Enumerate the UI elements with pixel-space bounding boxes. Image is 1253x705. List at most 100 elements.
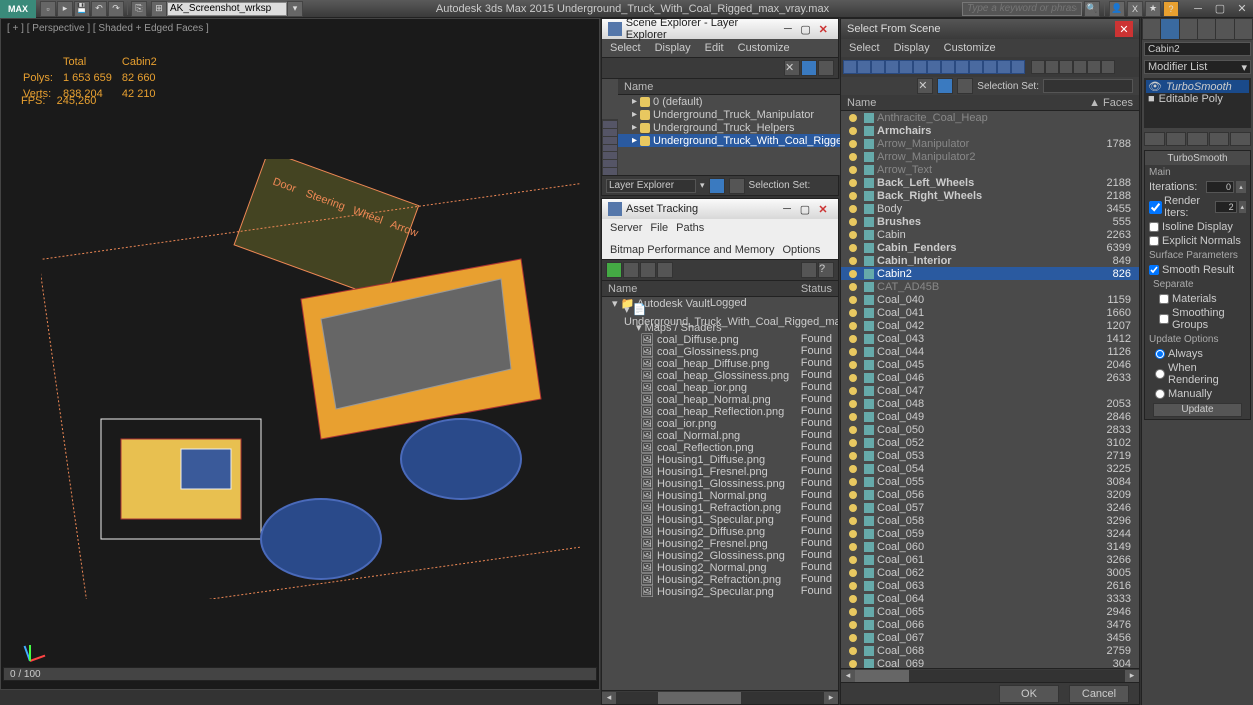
link-icon[interactable]: ⎘ (131, 1, 147, 17)
object-row[interactable]: Armchairs (841, 124, 1139, 137)
object-row[interactable]: Back_Right_Wheels2188 (841, 189, 1139, 202)
filter-button[interactable] (983, 60, 997, 74)
search-icon[interactable]: 🔍 (1084, 1, 1100, 17)
update-render-radio[interactable] (1155, 369, 1165, 379)
filter-shape-icon[interactable] (603, 137, 617, 144)
ok-button[interactable]: OK (999, 685, 1059, 703)
object-row[interactable]: Coal_0603149 (841, 540, 1139, 553)
asset-hscroll[interactable]: ◂▸ (602, 690, 838, 704)
object-row[interactable]: Arrow_Text (841, 163, 1139, 176)
asset-tracking-list[interactable]: ▾ 📁 Autodesk VaultLogged▾ 📄 Underground_… (602, 297, 838, 690)
smooth-result-checkbox[interactable] (1149, 265, 1159, 275)
workspace-input[interactable] (167, 2, 287, 16)
sfs-columns[interactable]: Name ▲ Faces (841, 95, 1139, 111)
asset-tracking-header[interactable]: Asset Tracking ─ ▢ ✕ (602, 199, 838, 219)
status-icon[interactable] (623, 262, 639, 278)
asset-row[interactable]: 🖼 coal_Diffuse.pngFound (602, 333, 838, 345)
object-row[interactable]: Coal_0502833 (841, 423, 1139, 436)
object-row[interactable]: Coal_0452046 (841, 358, 1139, 371)
sep-groups-checkbox[interactable] (1159, 314, 1169, 324)
sfs-selset-input[interactable] (1043, 79, 1133, 93)
menu-item[interactable]: Select (610, 42, 641, 54)
close-icon[interactable]: ✕ (814, 201, 832, 217)
filter-button[interactable] (1011, 60, 1025, 74)
help-search-input[interactable] (962, 2, 1082, 16)
menu-item[interactable]: Display (655, 42, 691, 54)
object-row[interactable]: Coal_0401159 (841, 293, 1139, 306)
asset-row[interactable]: 🖼 Housing1_Specular.pngFound (602, 513, 838, 525)
asset-row[interactable]: 🖼 Housing1_Fresnel.pngFound (602, 465, 838, 477)
render-iters-input[interactable]: 2 (1215, 201, 1237, 213)
object-row[interactable]: Cabin_Fenders6399 (841, 241, 1139, 254)
sfs-header[interactable]: Select From Scene ✕ (841, 19, 1139, 39)
menu-item[interactable]: Edit (705, 42, 724, 54)
tree-icon[interactable] (657, 262, 673, 278)
minimize-button[interactable]: ─ (1187, 1, 1209, 17)
layer-icon[interactable] (957, 78, 973, 94)
object-row[interactable]: Coal_0623005 (841, 566, 1139, 579)
menu-item[interactable]: File (650, 221, 668, 235)
object-row[interactable]: Cabin_Interior849 (841, 254, 1139, 267)
menu-item[interactable]: Paths (676, 221, 704, 235)
column-button[interactable] (1073, 60, 1087, 74)
display-children-icon[interactable] (801, 60, 817, 76)
modifier-list-dropdown[interactable]: Modifier List▾ (1144, 60, 1251, 74)
filter-button[interactable] (941, 60, 955, 74)
asset-row[interactable]: ▾ 📄 Underground_Truck_With_Coal_Rigged_m… (602, 309, 838, 321)
filter-button[interactable] (927, 60, 941, 74)
asset-row[interactable]: 🖼 Housing1_Normal.pngFound (602, 489, 838, 501)
filter-button[interactable] (857, 60, 871, 74)
viewport-label[interactable]: [ + ] [ Perspective ] [ Shaded + Edged F… (7, 23, 209, 34)
workspace-dropdown-icon[interactable]: ▾ (287, 1, 303, 17)
object-row[interactable]: Coal_0441126 (841, 345, 1139, 358)
open-icon[interactable]: ▸ (57, 1, 73, 17)
render-iters-checkbox[interactable] (1149, 201, 1162, 214)
object-row[interactable]: Back_Left_Wheels2188 (841, 176, 1139, 189)
object-row[interactable]: Coal_0553084 (841, 475, 1139, 488)
undo-icon[interactable]: ↶ (91, 1, 107, 17)
object-row[interactable]: Coal_0462633 (841, 371, 1139, 384)
signin-icon[interactable]: 👤 (1109, 1, 1125, 17)
menu-item[interactable]: Bitmap Performance and Memory (610, 243, 774, 257)
minimize-icon[interactable]: ─ (778, 201, 796, 217)
make-unique-icon[interactable] (1187, 132, 1208, 146)
filter-bone-icon[interactable] (603, 168, 617, 175)
sep-materials-checkbox[interactable] (1159, 294, 1169, 304)
update-manual-radio[interactable] (1155, 389, 1165, 399)
column-button[interactable] (1087, 60, 1101, 74)
view-icon[interactable] (937, 78, 953, 94)
configure-icon[interactable] (1230, 132, 1251, 146)
scene-explorer-list[interactable]: ▸0 (default)▸Underground_Truck_Manipulat… (618, 95, 852, 175)
redo-icon[interactable]: ↷ (108, 1, 124, 17)
object-name-input[interactable] (1144, 42, 1251, 56)
sfs-list[interactable]: Anthracite_Coal_HeapArmchairsArrow_Manip… (841, 111, 1139, 668)
object-row[interactable]: Coal_0431412 (841, 332, 1139, 345)
object-row[interactable]: Brushes555 (841, 215, 1139, 228)
highlight-icon[interactable] (640, 262, 656, 278)
asset-row[interactable]: 🖼 Housing2_Fresnel.pngFound (602, 537, 838, 549)
object-row[interactable]: CAT_AD45B (841, 280, 1139, 293)
scene-explorer-columns[interactable]: Name (618, 79, 852, 95)
filter-button[interactable] (969, 60, 983, 74)
asset-row[interactable]: 🖼 coal_heap_Glossiness.pngFound (602, 369, 838, 381)
asset-row[interactable]: 🖼 coal_Normal.pngFound (602, 429, 838, 441)
update-always-radio[interactable] (1155, 349, 1165, 359)
cancel-button[interactable]: Cancel (1069, 685, 1129, 703)
object-row[interactable]: Coal_0421207 (841, 319, 1139, 332)
close-icon[interactable]: ✕ (1115, 21, 1133, 37)
maximize-button[interactable]: ▢ (1209, 1, 1231, 17)
filter-cam-icon[interactable] (603, 152, 617, 159)
column-button[interactable] (1101, 60, 1115, 74)
scene-explorer-header[interactable]: Scene Explorer - Layer Explorer ─ ▢ ✕ (602, 19, 838, 39)
display-tab[interactable] (1216, 19, 1233, 39)
object-row[interactable]: Coal_0532719 (841, 449, 1139, 462)
hierarchy-tab[interactable] (1180, 19, 1197, 39)
asset-columns[interactable]: NameStatus (602, 281, 838, 297)
clear-icon[interactable]: ✕ (917, 78, 933, 94)
object-row[interactable]: Coal_0482053 (841, 397, 1139, 410)
asset-row[interactable]: 🖼 Housing2_Specular.pngFound (602, 585, 838, 597)
viewport-perspective[interactable]: [ + ] [ Perspective ] [ Shaded + Edged F… (0, 18, 600, 690)
pin-icon[interactable] (729, 178, 745, 194)
exchange-icon[interactable]: X (1127, 1, 1143, 17)
filter-button[interactable] (997, 60, 1011, 74)
